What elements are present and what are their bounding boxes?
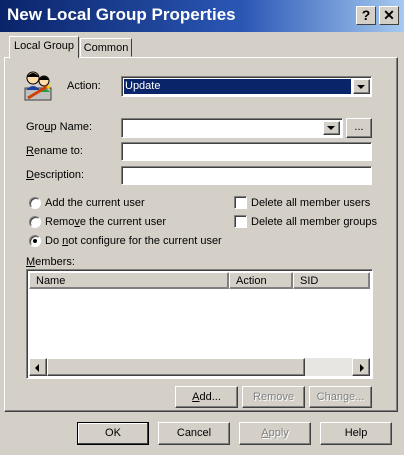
group-name-label: Group Name: <box>26 121 93 133</box>
cancel-button[interactable]: Cancel <box>158 422 230 445</box>
rename-label: Rename to: <box>26 145 83 157</box>
window-title: New Local Group Properties <box>7 5 236 24</box>
chevron-down-icon <box>357 85 365 89</box>
action-dropdown[interactable]: Update <box>121 76 372 97</box>
group-name-dropdown-arrow[interactable] <box>323 121 340 135</box>
delete-member-groups-label[interactable]: Delete all member groups <box>251 216 377 228</box>
change-button[interactable]: Change... <box>309 386 372 408</box>
ok-button[interactable]: OK <box>77 422 149 445</box>
horizontal-scrollbar[interactable] <box>29 358 370 376</box>
column-header-name[interactable]: Name <box>29 272 229 289</box>
remove-button[interactable]: Remove <box>242 386 305 408</box>
do-not-configure-label[interactable]: Do not configure for the current user <box>45 235 222 247</box>
help-title-button[interactable]: ? <box>356 6 376 25</box>
remove-current-user-label[interactable]: Remove the current user <box>45 216 166 228</box>
rename-input[interactable] <box>121 142 372 161</box>
add-current-user-label[interactable]: Add the current user <box>45 197 145 209</box>
members-label: Members: <box>26 256 75 268</box>
help-button[interactable]: Help <box>320 422 392 445</box>
group-name-combo[interactable] <box>121 118 343 138</box>
action-label: Action: <box>67 80 101 92</box>
add-button[interactable]: Add... <box>175 386 238 408</box>
apply-button[interactable]: Apply <box>239 422 311 445</box>
scroll-right-button[interactable] <box>352 358 370 376</box>
title-bar: New Local Group Properties ? ✕ <box>0 0 404 32</box>
description-input[interactable] <box>121 166 372 185</box>
arrow-right-icon <box>360 364 364 372</box>
scroll-left-button[interactable] <box>29 358 47 376</box>
close-button[interactable]: ✕ <box>379 6 399 25</box>
delete-member-groups-checkbox[interactable] <box>234 215 247 228</box>
add-current-user-radio[interactable] <box>29 197 41 209</box>
description-label: Description: <box>26 169 85 181</box>
remove-current-user-radio[interactable] <box>29 216 41 228</box>
chevron-down-icon <box>327 126 335 130</box>
do-not-configure-radio[interactable] <box>29 235 41 247</box>
delete-member-users-label[interactable]: Delete all member users <box>251 197 370 209</box>
column-header-action[interactable]: Action <box>229 272 293 289</box>
column-header-sid[interactable]: SID <box>293 272 370 289</box>
browse-button[interactable]: ... <box>346 118 372 138</box>
action-dropdown-arrow[interactable] <box>353 79 370 94</box>
action-selected-value: Update <box>125 80 161 92</box>
delete-member-users-checkbox[interactable] <box>234 196 247 209</box>
tab-local-group[interactable]: Local Group <box>9 36 79 58</box>
scroll-thumb[interactable] <box>47 358 305 376</box>
tab-common[interactable]: Common <box>80 38 132 57</box>
arrow-left-icon <box>35 364 39 372</box>
members-listview[interactable]: Name Action SID <box>26 269 373 379</box>
local-group-icon <box>22 68 56 102</box>
